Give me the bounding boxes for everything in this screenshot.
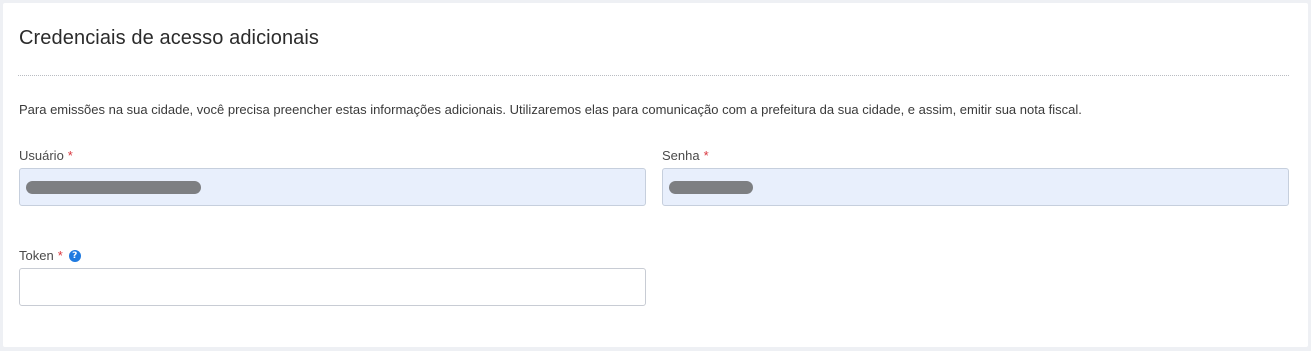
section-divider xyxy=(18,75,1289,76)
senha-label-text: Senha xyxy=(662,148,700,163)
usuario-label-text: Usuário xyxy=(19,148,64,163)
token-label: Token * ? xyxy=(19,248,81,263)
credentials-card: Credenciais de acesso adicionais Para em… xyxy=(3,3,1308,347)
section-title: Credenciais de acesso adicionais xyxy=(19,27,320,49)
senha-masked-value xyxy=(669,181,753,194)
usuario-label: Usuário * xyxy=(19,148,73,163)
token-required-mark: * xyxy=(57,248,63,263)
token-label-text: Token xyxy=(19,248,54,263)
section-description: Para emissões na sua cidade, você precis… xyxy=(19,102,1082,117)
usuario-required-mark: * xyxy=(67,148,73,163)
token-input[interactable] xyxy=(19,268,646,306)
senha-input[interactable] xyxy=(662,168,1289,206)
question-circle-icon[interactable]: ? xyxy=(68,249,81,262)
usuario-input[interactable] xyxy=(19,168,646,206)
senha-required-mark: * xyxy=(703,148,709,163)
usuario-masked-value xyxy=(26,181,201,194)
senha-label: Senha * xyxy=(662,148,709,163)
